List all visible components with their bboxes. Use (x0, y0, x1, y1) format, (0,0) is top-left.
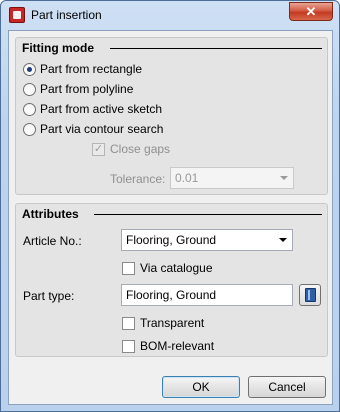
checkbox[interactable] (122, 316, 135, 330)
radio-label: Part via contour search (40, 122, 164, 136)
radio-button[interactable] (23, 102, 36, 116)
radio-part-from-active-sketch[interactable]: Part from active sketch (23, 102, 162, 116)
part-insertion-icon (9, 7, 25, 23)
transparent-label: Transparent (140, 316, 205, 330)
radio-button-selected[interactable] (23, 62, 36, 76)
radio-button[interactable] (23, 82, 36, 96)
part-type-value: Flooring, Ground (126, 288, 217, 302)
window-title: Part insertion (31, 8, 102, 22)
radio-part-from-polyline[interactable]: Part from polyline (23, 82, 133, 96)
radio-part-from-rectangle[interactable]: Part from rectangle (23, 62, 142, 76)
tolerance-dropdown[interactable]: 0.01 (170, 167, 294, 189)
via-catalogue-label: Via catalogue (140, 261, 213, 275)
article-no-dropdown[interactable]: Flooring, Ground (121, 229, 293, 251)
close-gaps-checkbox[interactable]: ✓ Close gaps (92, 142, 170, 156)
close-button[interactable]: ✕ (289, 2, 333, 21)
bom-relevant-label: BOM-relevant (140, 339, 215, 353)
group-divider (110, 48, 322, 49)
dialog-window: Part insertion ✕ Fitting mode Part from … (0, 0, 340, 412)
group-divider (94, 214, 322, 215)
fitting-mode-header: Fitting mode (22, 41, 94, 55)
article-no-value: Flooring, Ground (126, 233, 217, 247)
catalogue-book-icon (305, 288, 316, 302)
catalogue-button[interactable] (299, 284, 321, 306)
cancel-button[interactable]: Cancel (248, 376, 326, 398)
radio-label: Part from active sketch (40, 102, 163, 116)
tolerance-value: 0.01 (175, 171, 199, 185)
chevron-down-icon (280, 176, 288, 180)
close-gaps-label: Close gaps (110, 142, 171, 156)
dialog-body: Fitting mode Part from rectangle Part fr… (8, 30, 333, 405)
fitting-mode-group: Fitting mode Part from rectangle Part fr… (15, 37, 328, 195)
transparent-checkbox[interactable]: Transparent (122, 316, 204, 330)
part-type-input[interactable]: Flooring, Ground (121, 284, 293, 306)
ok-button[interactable]: OK (162, 376, 240, 398)
attributes-group: Attributes Article No.: Flooring, Ground… (15, 203, 328, 357)
radio-part-via-contour-search[interactable]: Part via contour search (23, 122, 163, 136)
title-bar[interactable]: Part insertion ✕ (1, 1, 339, 29)
tolerance-label: Tolerance: (110, 172, 166, 186)
bom-relevant-checkbox[interactable]: BOM-relevant (122, 339, 214, 353)
chevron-down-icon (279, 238, 287, 242)
checkbox[interactable] (122, 339, 135, 353)
part-type-label: Part type: (23, 289, 75, 303)
radio-label: Part from rectangle (40, 62, 143, 76)
radio-label: Part from polyline (40, 82, 134, 96)
attributes-header: Attributes (22, 207, 79, 221)
article-no-label: Article No.: (23, 234, 82, 248)
radio-button[interactable] (23, 122, 36, 136)
checkbox[interactable] (122, 261, 135, 275)
via-catalogue-checkbox[interactable]: Via catalogue (122, 261, 213, 275)
checkbox-checked-disabled[interactable]: ✓ (92, 142, 105, 156)
